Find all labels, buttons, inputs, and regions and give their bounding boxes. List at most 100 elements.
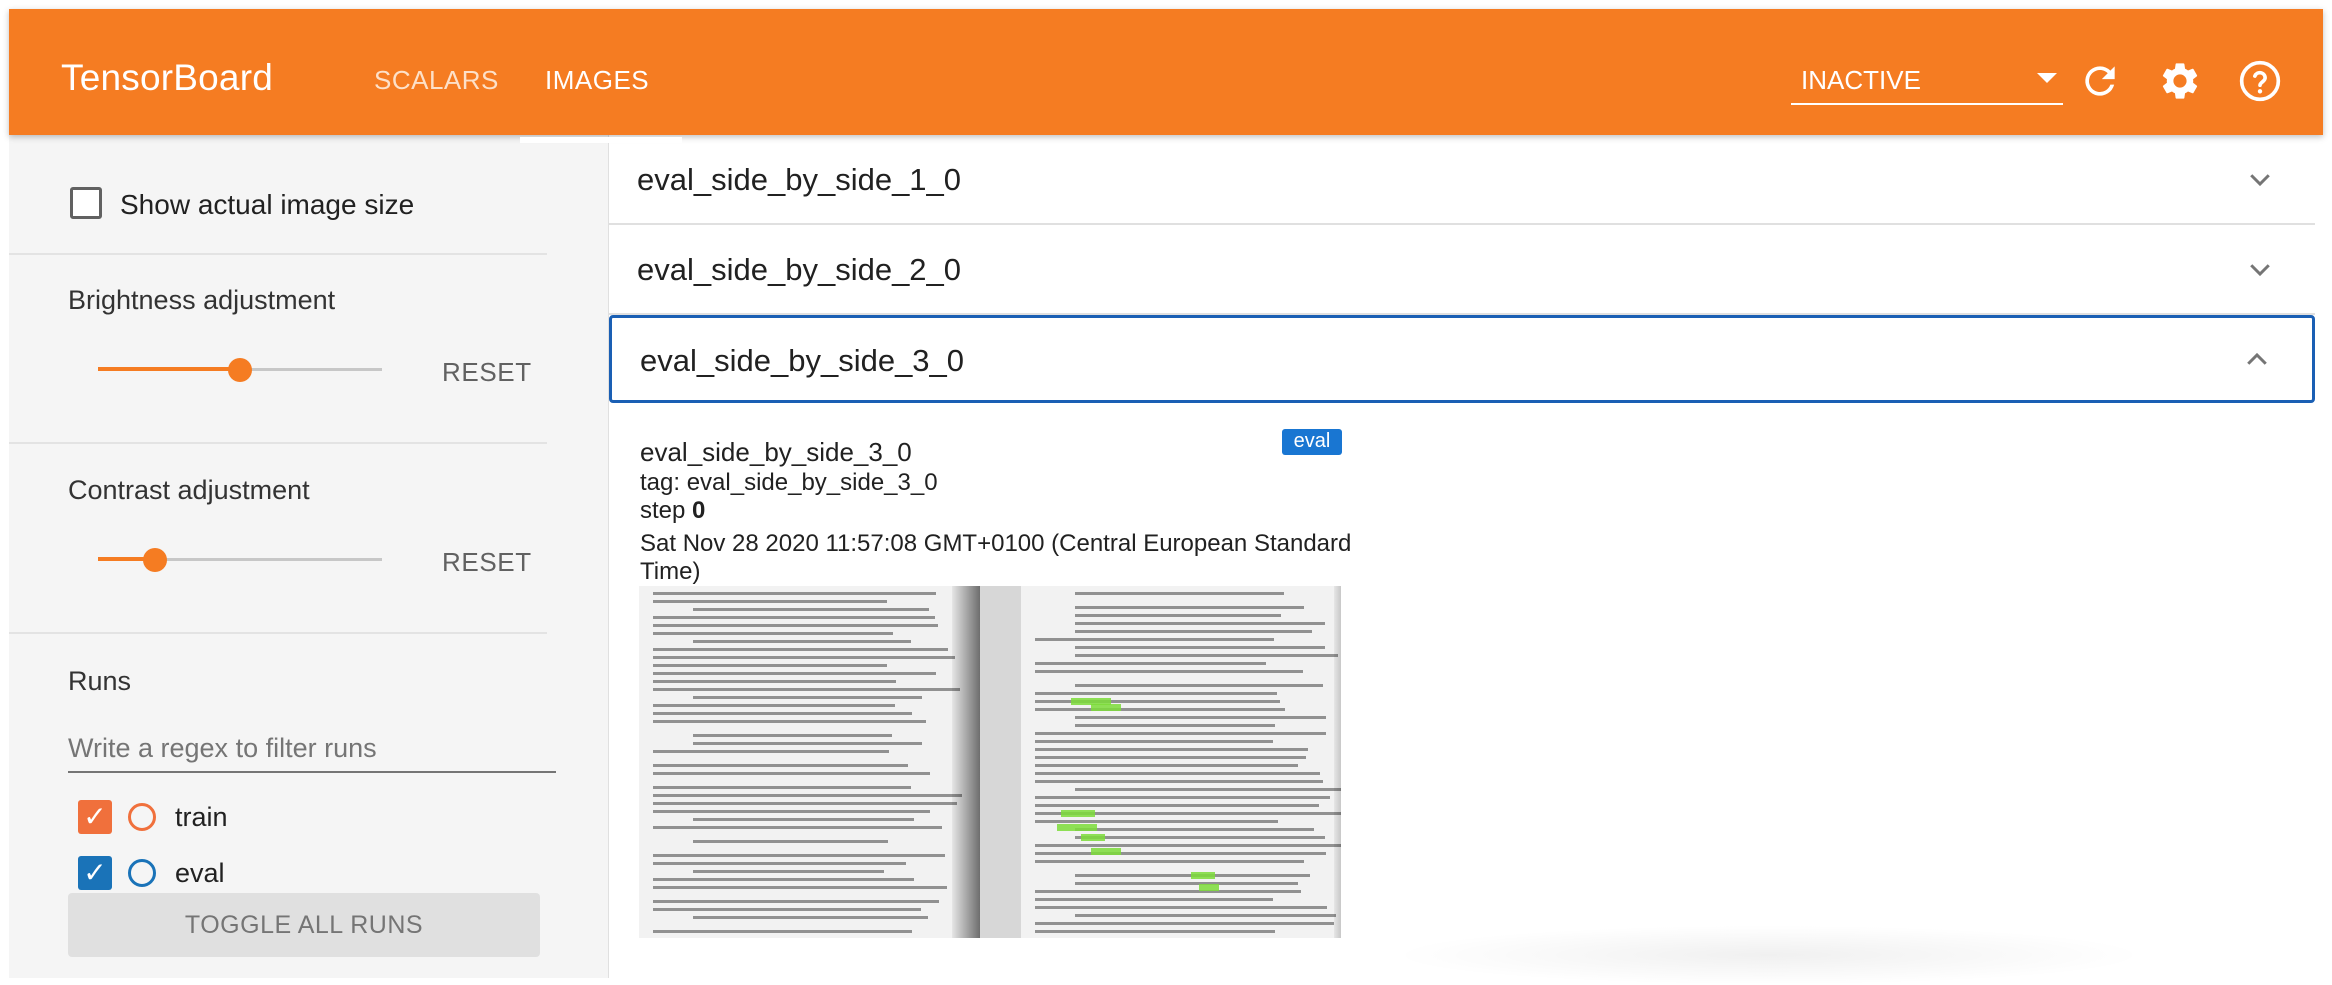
brightness-reset-button[interactable]: RESET — [442, 357, 532, 388]
help-icon[interactable] — [2238, 59, 2282, 103]
side-by-side-image — [639, 586, 1341, 938]
card-header-eval-side-by-side-2[interactable]: eval_side_by_side_2_0 — [609, 225, 2315, 315]
run-checkbox-eval[interactable]: ✓ — [78, 856, 112, 890]
document-text-line — [1035, 906, 1327, 909]
document-text-line — [1035, 748, 1309, 751]
document-text-line — [1035, 638, 1275, 641]
chevron-down-icon — [2037, 73, 2057, 83]
document-text-line — [1075, 836, 1325, 839]
document-text-line — [1035, 756, 1306, 759]
image-tag-line: tag: eval_side_by_side_3_0 — [640, 469, 938, 496]
document-text-line — [693, 608, 929, 611]
prediction-highlight — [1199, 884, 1219, 891]
contrast-slider[interactable] — [98, 548, 382, 572]
chevron-down-icon — [2250, 174, 2270, 187]
brightness-slider-thumb[interactable] — [228, 358, 252, 382]
prediction-highlight — [1091, 704, 1121, 711]
document-text-line — [1035, 860, 1304, 863]
card-header-eval-side-by-side-3[interactable]: eval_side_by_side_3_0 — [609, 315, 2315, 403]
document-text-line — [653, 764, 908, 767]
document-text-line — [653, 900, 939, 903]
document-text-line — [693, 818, 915, 821]
sidebar: Show actual image size Brightness adjust… — [9, 135, 609, 978]
document-text-line — [1035, 732, 1327, 735]
runs-title: Runs — [68, 666, 132, 696]
run-badge: eval — [1282, 429, 1342, 455]
document-text-line — [653, 854, 945, 857]
image-timestamp-continued: Time) — [640, 558, 701, 585]
settings-icon[interactable] — [2158, 59, 2202, 103]
document-text-line — [653, 786, 911, 789]
document-text-line — [693, 640, 912, 643]
run-name-eval: eval — [175, 858, 225, 888]
contrast-reset-button[interactable]: RESET — [442, 547, 532, 578]
image-step-line: step 0 — [640, 497, 705, 525]
document-text-line — [1075, 614, 1281, 617]
run-color-indicator-train[interactable] — [128, 803, 156, 831]
document-text-line — [653, 810, 931, 813]
document-text-line — [1075, 684, 1323, 687]
document-text-line — [1035, 692, 1277, 695]
document-text-line — [1075, 724, 1276, 727]
card-header-eval-side-by-side-1[interactable]: eval_side_by_side_1_0 — [609, 135, 2315, 225]
tab-scalars[interactable]: SCALARS — [374, 65, 499, 96]
document-text-line — [653, 616, 935, 619]
document-text-line — [1035, 804, 1320, 807]
show-actual-size-checkbox[interactable] — [70, 187, 102, 219]
document-text-line — [1035, 820, 1279, 823]
sidebar-divider — [9, 253, 547, 255]
document-text-line — [653, 794, 962, 797]
document-text-line — [653, 592, 937, 595]
app-brand: TensorBoard — [61, 57, 273, 98]
document-text-line — [653, 680, 896, 683]
contrast-slider-thumb[interactable] — [142, 548, 167, 572]
document-text-line — [653, 656, 956, 659]
document-text-line — [1035, 780, 1324, 783]
step-value: 0 — [692, 497, 706, 524]
contrast-label: Contrast adjustment — [68, 475, 310, 505]
document-text-line — [1035, 844, 1341, 847]
card-title: eval_side_by_side_3_0 — [640, 343, 965, 378]
document-text-line — [1075, 716, 1326, 719]
document-text-line — [1035, 930, 1275, 933]
prediction-highlight — [1091, 848, 1121, 855]
document-text-line — [653, 664, 887, 667]
document-text-line — [653, 802, 958, 805]
document-text-line — [653, 704, 895, 707]
document-text-line — [1075, 622, 1326, 625]
document-text-line — [1075, 914, 1337, 917]
run-status-dropdown[interactable]: INACTIVE — [1791, 59, 2063, 105]
document-text-line — [693, 696, 922, 699]
brightness-label: Brightness adjustment — [68, 285, 336, 315]
chevron-up-icon — [2247, 352, 2267, 365]
document-text-line — [1075, 646, 1326, 649]
document-text-line — [653, 648, 948, 651]
document-text-line — [1035, 796, 1330, 799]
refresh-icon[interactable] — [2078, 59, 2122, 103]
card-title: eval_side_by_side_2_0 — [637, 252, 962, 287]
document-text-line — [1035, 922, 1335, 925]
document-text-line — [1075, 630, 1313, 633]
run-checkbox-train[interactable]: ✓ — [78, 800, 112, 834]
step-prefix: step — [640, 497, 686, 524]
brightness-slider[interactable] — [98, 358, 382, 382]
tab-images[interactable]: IMAGES — [545, 65, 649, 96]
chevron-down-icon — [2250, 264, 2270, 277]
prediction-highlight — [1061, 810, 1095, 817]
document-text-line — [1075, 606, 1305, 609]
run-color-indicator-eval[interactable] — [128, 859, 156, 887]
active-tab-indicator — [520, 137, 682, 143]
toggle-all-runs-button[interactable]: TOGGLE ALL RUNS — [68, 893, 540, 957]
document-text-line — [693, 916, 928, 919]
scroll-shadow — [1389, 925, 2149, 985]
document-text-line — [1035, 764, 1299, 767]
prediction-highlight — [1081, 834, 1105, 841]
document-text-line — [1075, 592, 1284, 595]
document-text-line — [1075, 882, 1298, 885]
sidebar-divider — [9, 632, 547, 634]
prediction-highlight — [1191, 872, 1215, 879]
document-text-line — [1075, 788, 1341, 791]
document-text-line — [653, 624, 939, 627]
run-filter-input[interactable] — [68, 725, 556, 773]
document-text-line — [653, 878, 914, 881]
